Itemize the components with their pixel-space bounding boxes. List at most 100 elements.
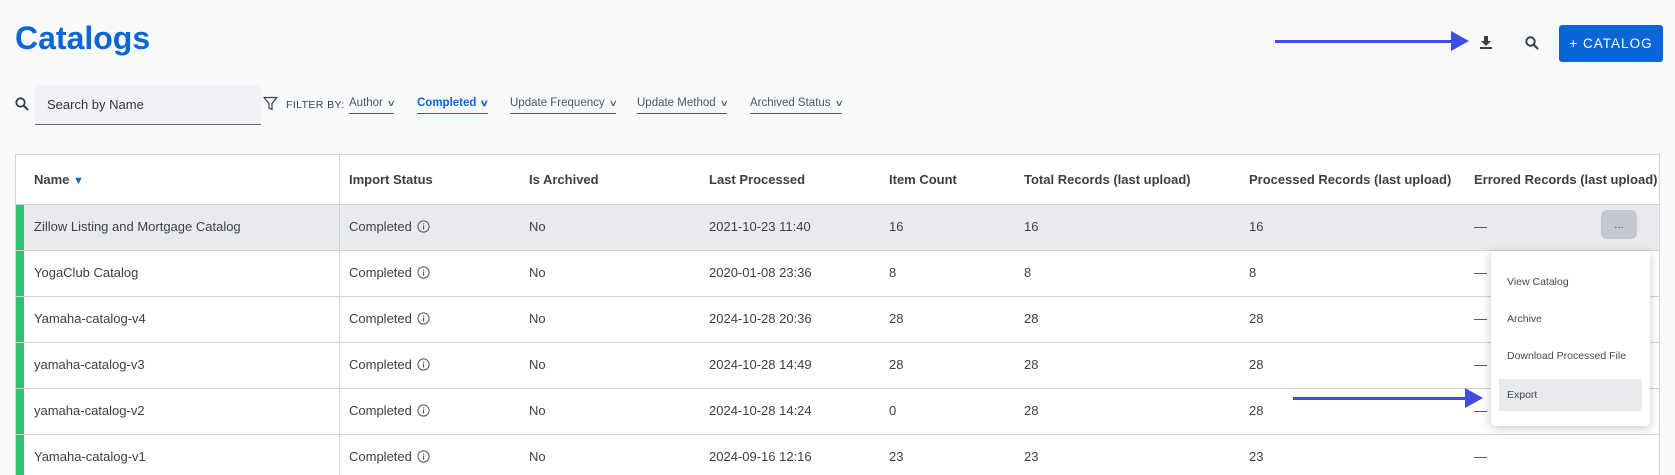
cell-name: Zillow Listing and Mortgage Catalog <box>34 219 241 234</box>
cell-processed-records: 28 <box>1249 357 1264 372</box>
status-indicator <box>16 205 24 250</box>
info-icon[interactable] <box>417 312 430 325</box>
status-indicator <box>16 389 24 434</box>
cell-import-status: Completed <box>349 219 430 234</box>
filter-archived-status[interactable]: Archived Status ∨ <box>750 97 844 114</box>
table-row[interactable]: yamaha-catalog-v2 Completed No 2024-10-2… <box>16 389 1659 435</box>
filter-label: Archived Status <box>750 97 831 109</box>
status-indicator <box>16 251 24 296</box>
search-button[interactable] <box>1518 29 1546 57</box>
search-field <box>35 85 261 125</box>
filter-update-frequency[interactable]: Update Frequency ∨ <box>510 97 618 114</box>
column-divider <box>339 155 340 475</box>
cell-item-count: 0 <box>889 403 897 418</box>
cell-last-processed: 2024-10-28 14:24 <box>709 403 812 418</box>
cell-name: Yamaha-catalog-v4 <box>34 311 146 326</box>
chevron-down-icon: ∨ <box>480 98 490 108</box>
row-actions-button[interactable]: ... <box>1601 210 1637 239</box>
search-icon <box>15 97 29 111</box>
cell-is-archived: No <box>529 265 546 280</box>
cell-errored-records: — <box>1474 449 1487 464</box>
info-icon[interactable] <box>417 450 430 463</box>
cell-last-processed: 2024-10-28 20:36 <box>709 311 812 326</box>
column-header-errored-records[interactable]: Errored Records (last upload) <box>1474 172 1657 187</box>
cell-processed-records: 8 <box>1249 265 1257 280</box>
table-row[interactable]: Zillow Listing and Mortgage Catalog Comp… <box>16 205 1659 251</box>
catalogs-table: Name ▼ Import Status Is Archived Last Pr… <box>15 154 1660 475</box>
cell-errored-records: — <box>1474 265 1487 280</box>
search-icon <box>1525 36 1539 50</box>
cell-last-processed: 2020-01-08 23:36 <box>709 265 812 280</box>
table-row[interactable]: Yamaha-catalog-v1 Completed No 2024-09-1… <box>16 435 1659 475</box>
cell-is-archived: No <box>529 311 546 326</box>
filter-label: Author <box>349 97 383 109</box>
cell-item-count: 28 <box>889 357 904 372</box>
add-catalog-button[interactable]: + CATALOG <box>1559 25 1663 62</box>
menu-item-download-processed-file[interactable]: Download Processed File <box>1499 340 1642 372</box>
menu-item-archive[interactable]: Archive <box>1499 303 1642 335</box>
filter-author[interactable]: Author ∨ <box>349 97 396 114</box>
filter-by-label: FILTER BY: <box>286 99 345 111</box>
status-indicator <box>16 343 24 388</box>
status-indicator <box>16 297 24 342</box>
cell-import-status: Completed <box>349 265 430 280</box>
cell-errored-records: — <box>1474 311 1487 326</box>
chevron-down-icon: ∨ <box>608 98 618 108</box>
filter-label: Completed <box>417 97 477 109</box>
filter-completed[interactable]: Completed ∨ <box>417 97 490 114</box>
cell-name: Yamaha-catalog-v1 <box>34 449 146 464</box>
column-header-is-archived[interactable]: Is Archived <box>529 172 599 187</box>
cell-name: yamaha-catalog-v3 <box>34 357 145 372</box>
page-title: Catalogs <box>15 20 151 56</box>
cell-processed-records: 28 <box>1249 403 1264 418</box>
cell-processed-records: 16 <box>1249 219 1264 234</box>
download-icon <box>1480 36 1492 49</box>
filter-update-method[interactable]: Update Method ∨ <box>637 97 729 114</box>
cell-import-status: Completed <box>349 403 430 418</box>
column-header-import-status[interactable]: Import Status <box>349 172 433 187</box>
cell-last-processed: 2024-10-28 14:49 <box>709 357 812 372</box>
cell-processed-records: 23 <box>1249 449 1264 464</box>
chevron-down-icon: ∨ <box>834 98 844 108</box>
cell-total-records: 28 <box>1024 403 1039 418</box>
menu-item-export[interactable]: Export <box>1499 379 1642 411</box>
cell-is-archived: No <box>529 219 546 234</box>
cell-errored-records: — <box>1474 219 1487 234</box>
column-header-name[interactable]: Name ▼ <box>34 172 84 187</box>
filter-icon <box>263 96 278 111</box>
cell-item-count: 28 <box>889 311 904 326</box>
annotation-arrow-download <box>1275 31 1469 51</box>
info-icon[interactable] <box>417 358 430 371</box>
info-icon[interactable] <box>417 220 430 233</box>
search-input[interactable] <box>35 85 261 124</box>
cell-last-processed: 2024-09-16 12:16 <box>709 449 812 464</box>
column-header-processed-records[interactable]: Processed Records (last upload) <box>1249 172 1451 187</box>
cell-total-records: 28 <box>1024 357 1039 372</box>
menu-item-view-catalog[interactable]: View Catalog <box>1499 266 1642 298</box>
cell-errored-records: — <box>1474 357 1487 372</box>
column-header-last-processed[interactable]: Last Processed <box>709 172 805 187</box>
download-button[interactable] <box>1472 28 1500 56</box>
info-icon[interactable] <box>417 404 430 417</box>
cell-is-archived: No <box>529 357 546 372</box>
cell-total-records: 16 <box>1024 219 1039 234</box>
info-icon[interactable] <box>417 266 430 279</box>
annotation-arrow-export <box>1293 388 1483 408</box>
status-indicator <box>16 435 24 475</box>
filter-label: Update Frequency <box>510 97 605 109</box>
cell-total-records: 28 <box>1024 311 1039 326</box>
cell-item-count: 16 <box>889 219 904 234</box>
column-header-total-records[interactable]: Total Records (last upload) <box>1024 172 1191 187</box>
cell-processed-records: 28 <box>1249 311 1264 326</box>
column-header-item-count[interactable]: Item Count <box>889 172 957 187</box>
cell-import-status: Completed <box>349 449 430 464</box>
table-row[interactable]: Yamaha-catalog-v4 Completed No 2024-10-2… <box>16 297 1659 343</box>
cell-total-records: 8 <box>1024 265 1032 280</box>
table-row[interactable]: YogaClub Catalog Completed No 2020-01-08… <box>16 251 1659 297</box>
chevron-down-icon: ∨ <box>719 98 729 108</box>
row-actions-menu: View Catalog Archive Download Processed … <box>1491 251 1650 426</box>
filter-label: Update Method <box>637 97 716 109</box>
table-row[interactable]: yamaha-catalog-v3 Completed No 2024-10-2… <box>16 343 1659 389</box>
cell-name: YogaClub Catalog <box>34 265 139 280</box>
cell-is-archived: No <box>529 449 546 464</box>
